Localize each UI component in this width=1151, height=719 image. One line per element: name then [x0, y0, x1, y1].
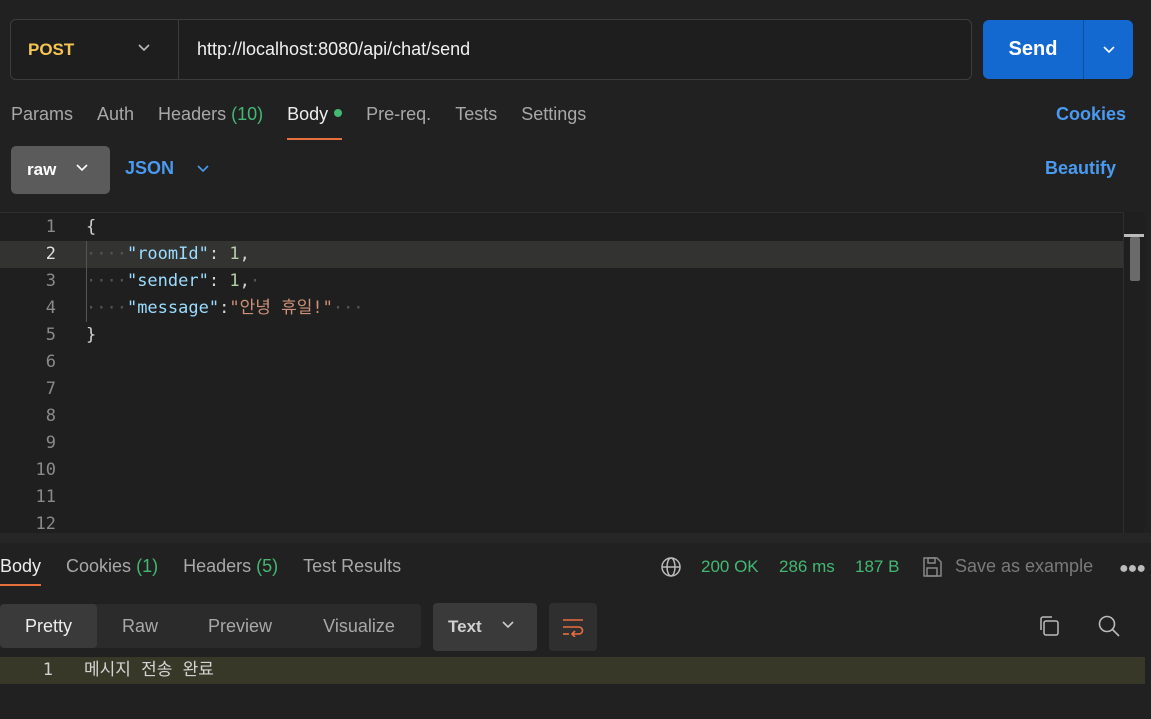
editor-scroll-thumb[interactable] [1130, 237, 1140, 281]
tab-auth[interactable]: Auth [97, 104, 134, 140]
editor-line: 7 [45, 379, 56, 399]
wrap-lines-button[interactable] [549, 603, 597, 651]
response-body-line: 1 메시지 전송 완료 [0, 657, 1145, 684]
tab-tests[interactable]: Tests [455, 104, 497, 140]
response-body-text: 메시지 전송 완료 [84, 660, 214, 680]
search-icon[interactable] [1097, 614, 1121, 638]
beautify-button[interactable]: Beautify [1045, 158, 1116, 179]
response-tab-headers[interactable]: Headers (5) [183, 556, 278, 586]
editor-line: 3 ····"sender": 1,· [45, 271, 261, 291]
format-label: Text [448, 617, 482, 636]
editor-line: 8 [45, 406, 56, 426]
format-select[interactable]: Text [433, 603, 537, 651]
request-tabs: Params Auth Headers (10) Body Pre-req. T… [11, 104, 610, 142]
scroll-position-marker [1124, 234, 1144, 237]
response-tabs: Body Cookies (1) Headers (5) Test Result… [0, 556, 426, 586]
editor-line: 10 [35, 460, 56, 480]
tab-params[interactable]: Params [11, 104, 73, 140]
send-button[interactable]: Send [983, 20, 1084, 79]
editor-line: 9 [45, 433, 56, 453]
editor-line: 6 [45, 352, 56, 372]
editor-line: 11 [35, 487, 56, 507]
editor-line-current: 2 ····"roomId": 1, [0, 241, 1128, 268]
body-mode-select[interactable]: raw [11, 146, 110, 194]
request-bar: POST [10, 19, 972, 80]
view-pretty[interactable]: Pretty [0, 604, 97, 648]
tab-pre-req[interactable]: Pre-req. [366, 104, 431, 140]
view-raw[interactable]: Raw [97, 604, 183, 648]
body-mode-label: raw [27, 160, 57, 179]
chevron-down-icon [1102, 45, 1115, 53]
save-icon [923, 557, 942, 577]
status-code[interactable]: 200 OK [701, 557, 759, 577]
tab-body[interactable]: Body [287, 104, 343, 140]
globe-icon[interactable] [660, 556, 682, 578]
cookies-link[interactable]: Cookies [1056, 104, 1126, 125]
editor-line: 1 { [45, 217, 97, 237]
chevron-down-icon [502, 621, 514, 629]
method-label: POST [28, 39, 75, 59]
response-size[interactable]: 187 B [855, 557, 899, 577]
code-editor[interactable]: 1 { 2 ····"roomId": 1, 3 ····"sender": 1… [0, 212, 1145, 533]
editor-line: 12 [35, 514, 56, 533]
chevron-down-icon [76, 164, 88, 172]
response-tab-test-results[interactable]: Test Results [303, 556, 401, 586]
headers-count: (10) [231, 104, 264, 124]
language-label: JSON [125, 158, 175, 178]
chevron-down-icon [197, 164, 209, 172]
response-line-number: 1 [42, 660, 53, 680]
tab-settings[interactable]: Settings [521, 104, 586, 140]
response-tab-body[interactable]: Body [0, 556, 42, 586]
response-time[interactable]: 286 ms [779, 557, 835, 577]
tab-headers[interactable]: Headers (10) [158, 104, 263, 140]
method-select[interactable]: POST [11, 20, 179, 79]
wrap-icon [563, 619, 584, 637]
editor-line: 5 } [45, 325, 97, 345]
language-select[interactable]: JSON [125, 158, 210, 179]
send-group: Send [983, 20, 1133, 79]
chevron-down-icon [138, 44, 150, 52]
view-preview[interactable]: Preview [183, 604, 297, 648]
pane-divider[interactable] [0, 533, 1151, 543]
more-icon[interactable]: ●●● [1119, 560, 1146, 578]
save-as-example-button[interactable]: Save as example [955, 556, 1093, 577]
response-view-modes: Pretty Raw Preview Visualize [0, 604, 421, 648]
view-visualize[interactable]: Visualize [297, 604, 421, 648]
editor-line: 4 ····"message":"안녕 휴일!"··· [45, 298, 364, 318]
copy-icon[interactable] [1037, 614, 1061, 638]
url-input[interactable] [179, 20, 971, 79]
indent-guide [86, 241, 87, 322]
body-indicator-dot [334, 109, 343, 117]
send-dropdown-button[interactable] [1084, 20, 1133, 79]
response-tab-cookies[interactable]: Cookies (1) [66, 556, 158, 586]
